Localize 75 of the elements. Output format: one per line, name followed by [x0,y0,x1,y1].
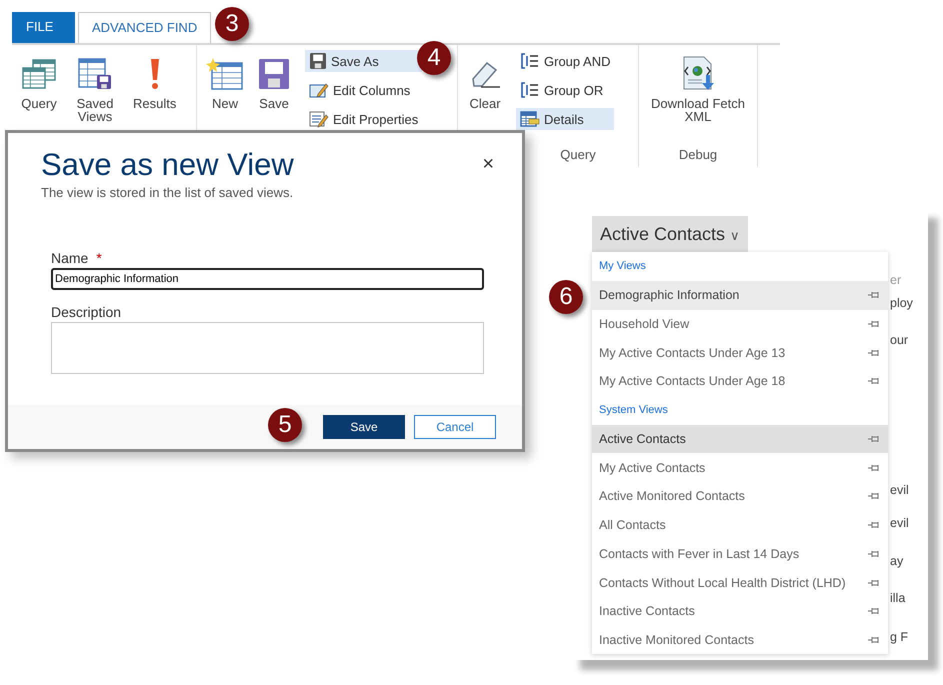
pin-icon [868,634,880,645]
pencil-window-icon [309,81,329,99]
table-icon [520,110,540,128]
view-item[interactable]: Contacts Without Local Health District (LHD) [592,568,888,597]
section-header: System Views [598,402,669,418]
ribbon-button[interactable]: Group OR [516,79,614,101]
ribbon-button[interactable]: Download Fetch XML [643,49,753,123]
close-button[interactable]: × [478,149,498,180]
exclamation-icon [150,59,160,89]
pin-icon [868,578,880,588]
group-label: Query [560,147,596,163]
pin-icon [868,548,880,559]
ribbon-button[interactable]: Group AND [516,50,614,72]
grid-text: illa [890,591,906,605]
ribbon-button[interactable]: Saved Views [64,49,126,123]
pin-icon [868,319,880,330]
ribbon-button[interactable]: Edit Properties [305,108,422,130]
section-header: My Views [598,259,647,274]
view-item[interactable]: Demographic Information [592,281,888,310]
view-item[interactable]: Contacts with Fever in Last 14 Days [592,540,888,568]
table-floppy-icon [77,57,113,91]
pin-icon [868,290,880,300]
ribbon-tab[interactable]: ADVANCED FIND [78,12,212,43]
view-item[interactable]: Active Contacts [592,424,888,454]
text-area[interactable] [51,322,484,374]
bracket-list-icon [520,81,540,99]
step-badge: 6 [549,280,583,314]
group-label: Debug [678,147,718,163]
pin-icon [868,520,880,530]
view-item[interactable]: Household View [592,310,888,338]
field-label: Description [51,304,122,320]
ribbon-button[interactable]: Save [251,49,297,110]
bracket-list-icon [520,52,540,70]
grid-text: g F [890,630,908,644]
view-item[interactable]: My Active Contacts Under Age 13 [592,338,888,368]
view-item[interactable]: All Contacts [592,510,888,540]
input-field[interactable]: Demographic Information [51,268,484,290]
view-item[interactable]: Inactive Contacts [592,596,888,626]
grid-text: ploy [890,296,913,310]
pencil-list-icon [309,110,329,128]
ribbon-button[interactable]: Clear [462,49,508,110]
pin-icon [868,606,880,616]
ribbon-button[interactable]: Save As [305,50,422,72]
file-tab[interactable]: FILE [12,12,75,43]
view-item[interactable]: Active Monitored Contacts [592,482,888,511]
caret-icon: ∨ [730,228,740,242]
pin-icon [868,434,880,444]
dialog-title: Save as new View [41,147,294,183]
dialog-subtitle: The view is stored in the list of saved views. [40,184,294,200]
cancel-button[interactable]: Cancel [414,415,496,439]
grid-text: evil [890,516,909,530]
grid-text: evil [890,483,909,497]
pin-icon [868,462,880,473]
view-item[interactable]: My Active Contacts Under Age 18 [592,367,888,396]
pin-icon [868,348,880,358]
ribbon-button[interactable]: Results [128,49,182,110]
pin-icon [868,376,880,386]
view-selector[interactable]: Active Contacts ∨ [592,216,748,252]
grid-text: er [890,273,902,287]
step-badge: 3 [215,7,249,41]
required-mark: * [96,250,102,266]
ribbon-button[interactable]: Query [16,49,62,110]
save-button[interactable]: Save [323,415,405,439]
ribbon-button[interactable]: Details [516,108,614,130]
table-star-icon [206,57,244,91]
pin-icon [868,491,880,502]
ribbon-button[interactable]: Edit Columns [305,79,422,101]
grid-text: our [890,333,908,347]
table-icon [21,57,57,91]
step-badge: 4 [417,41,451,75]
view-item[interactable]: Inactive Monitored Contacts [592,626,888,654]
view-item[interactable]: My Active Contacts [592,453,888,482]
grid-text: ay [890,554,904,568]
field-label: Name [51,250,88,266]
ribbon-button[interactable]: New [201,49,249,110]
